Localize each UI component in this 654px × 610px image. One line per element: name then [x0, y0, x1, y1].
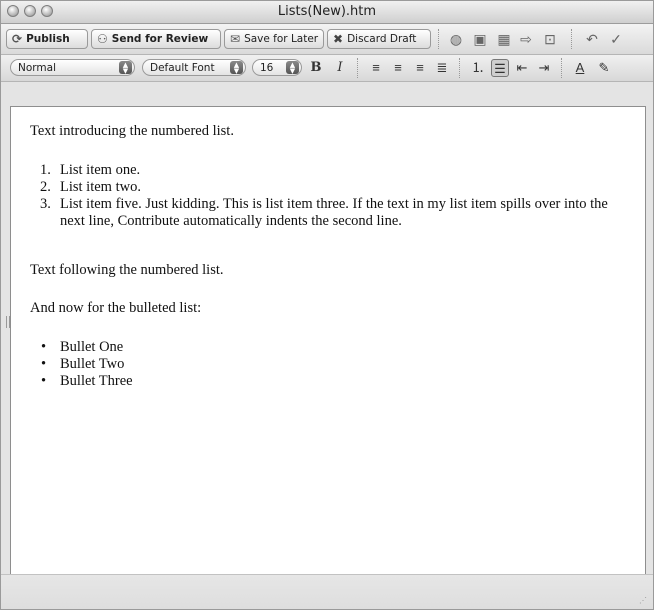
bullet-intro-paragraph: And now for the bulleted list: [30, 300, 202, 316]
send-review-label: Send for Review [111, 33, 209, 45]
publish-icon: ⟳ [12, 32, 23, 46]
toolbar-separator [357, 58, 359, 78]
align-justify-icon[interactable]: ≣ [433, 59, 451, 77]
bold-button[interactable]: B [307, 59, 325, 77]
indent-icon[interactable]: ⇥ [535, 59, 553, 77]
outdent-icon[interactable]: ⇤ [513, 59, 531, 77]
document-editor[interactable]: Text introducing the numbered list. 1. Li… [10, 106, 646, 576]
toolbar-separator [571, 29, 573, 49]
align-left-icon[interactable]: ≡ [367, 59, 385, 77]
main-toolbar: ⟳ Publish ⚇ Send for Review ✉ Save for L… [1, 24, 653, 55]
list-number: 3. [40, 196, 51, 212]
list-item-text: Bullet One [60, 339, 124, 355]
font-value: Default Font [150, 61, 215, 74]
insert-image-icon[interactable]: ▣ [471, 30, 489, 48]
toolbar-separator [561, 58, 563, 78]
chevron-updown-icon: ▲ ▼ [230, 61, 243, 75]
list-item-text: List item one. [60, 162, 141, 178]
list-item: 1. List item one. [30, 162, 630, 179]
italic-button[interactable]: I [331, 59, 349, 77]
list-item: • Bullet Three [30, 373, 133, 390]
list-item: 3. List item five. Just kidding. This is … [30, 196, 630, 230]
font-select[interactable]: Default Font ▲ ▼ [142, 59, 246, 76]
insert-table-icon[interactable]: ▦ [495, 30, 513, 48]
list-item: • Bullet One [30, 339, 133, 356]
text-color-button[interactable]: A [571, 59, 589, 77]
resize-grip-icon[interactable]: ⋰ [639, 596, 649, 606]
paragraph-style-select[interactable]: Normal ▲ ▼ [10, 59, 135, 76]
highlight-icon[interactable]: ✎ [595, 59, 613, 77]
bulleted-list: • Bullet One • Bullet Two • Bullet Three [30, 339, 133, 390]
toolbar-separator [459, 58, 461, 78]
send-for-review-button[interactable]: ⚇ Send for Review [91, 29, 221, 49]
toolbar-separator [438, 29, 440, 49]
list-number: 2. [40, 179, 51, 195]
page-properties-icon[interactable]: ⊡ [541, 30, 559, 48]
font-size-value: 16 [260, 61, 274, 74]
chevron-updown-icon: ▲ ▼ [286, 61, 299, 75]
publish-button[interactable]: ⟳ Publish [6, 29, 88, 49]
save-later-label: Save for Later [244, 33, 319, 45]
list-item: 2. List item two. [30, 179, 630, 196]
chevron-updown-icon: ▲ ▼ [119, 61, 132, 75]
app-window: Lists(New).htm ⟳ Publish ⚇ Send for Revi… [0, 0, 654, 610]
bullet-icon: • [41, 339, 47, 355]
save-for-later-button[interactable]: ✉ Save for Later [224, 29, 324, 49]
insert-web-icon[interactable]: ◍ [447, 30, 465, 48]
bulleted-list-icon[interactable]: ☰ [491, 59, 509, 77]
font-size-select[interactable]: 16 ▲ ▼ [252, 59, 302, 76]
list-number: 1. [40, 162, 51, 178]
format-toolbar: Normal ▲ ▼ Default Font ▲ ▼ 16 ▲ ▼ B I ≡ ≡ … [1, 55, 653, 82]
save-later-icon: ✉ [230, 32, 241, 46]
intro-paragraph: Text introducing the numbered list. [30, 123, 234, 139]
discard-draft-button[interactable]: ✖ Discard Draft [327, 29, 431, 49]
title-bar: Lists(New).htm [1, 1, 653, 24]
paragraph-style-value: Normal [18, 61, 56, 74]
align-right-icon[interactable]: ≡ [411, 59, 429, 77]
publish-label: Publish [26, 33, 70, 45]
list-item-text: List item two. [60, 179, 141, 195]
bullet-icon: • [41, 373, 47, 389]
discard-draft-label: Discard Draft [347, 33, 417, 45]
window-title: Lists(New).htm [277, 4, 377, 19]
insert-link-icon[interactable]: ⇨ [517, 30, 535, 48]
after-list-paragraph: Text following the numbered list. [30, 262, 224, 278]
bullet-icon: • [41, 356, 47, 372]
numbered-list: 1. List item one. 2. List item two. 3. List… [30, 162, 630, 230]
status-bar: ⋰ [1, 574, 653, 609]
list-item-text: Bullet Two [60, 356, 125, 372]
send-review-icon: ⚇ [97, 32, 108, 46]
discard-icon: ✖ [333, 32, 344, 46]
align-center-icon[interactable]: ≡ [389, 59, 407, 77]
undo-icon[interactable]: ↶ [583, 30, 601, 48]
numbered-list-icon[interactable]: ⒈ [469, 59, 487, 77]
list-item: • Bullet Two [30, 356, 133, 373]
list-item-text: List item five. Just kidding. This is li… [60, 196, 608, 229]
spell-check-icon[interactable]: ✓ [607, 30, 625, 48]
list-item-text: Bullet Three [60, 373, 133, 389]
